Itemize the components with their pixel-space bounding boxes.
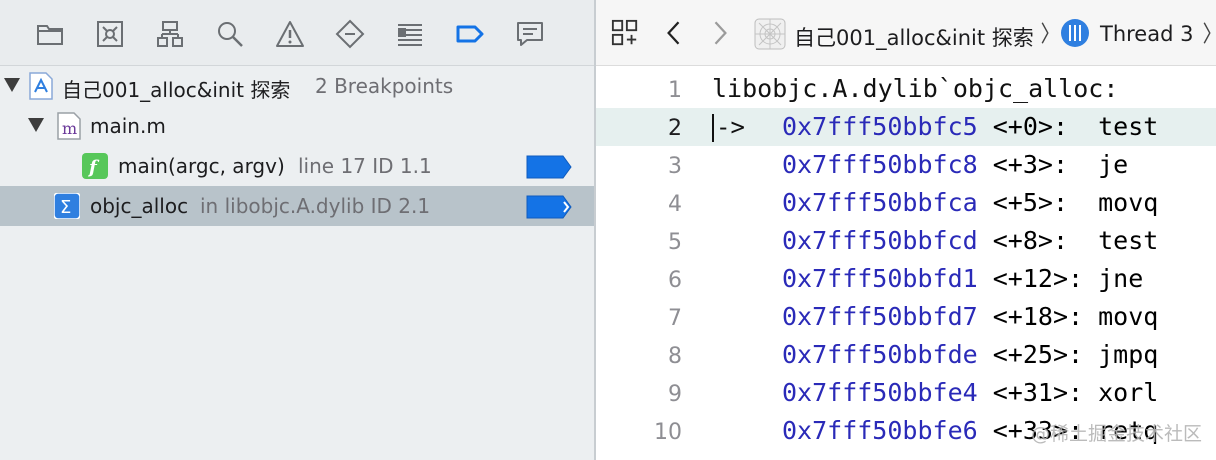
breakpoint-row[interactable]: Σ objc_alloc in libobjc.A.dylib ID 2.1 <box>0 186 594 226</box>
jumpbar-thread[interactable]: Thread 3 <box>1100 22 1193 46</box>
file-name: main.m <box>90 114 166 138</box>
debug-list-icon[interactable] <box>394 18 426 50</box>
objc-file-icon: m <box>56 112 82 140</box>
file-row[interactable]: m main.m <box>0 106 594 146</box>
source-control-icon[interactable] <box>94 18 126 50</box>
instruction: 0x7fff50bbfd1 <+12>: jne <box>782 264 1144 293</box>
function-header: libobjc.A.dylib`objc_alloc: <box>712 74 1119 103</box>
watermark: @稀土掘金技术社区 <box>1030 423 1202 445</box>
project-icon[interactable] <box>754 18 786 50</box>
project-file-icon <box>28 72 54 100</box>
code-line[interactable]: 5 0x7fff50bbfcd <+8>: test <box>596 222 1216 260</box>
code-line[interactable]: 6 0x7fff50bbfd1 <+12>: jne <box>596 260 1216 298</box>
function-icon: f <box>82 153 108 181</box>
program-counter-arrow: -> <box>716 113 745 141</box>
code-line[interactable]: 9 0x7fff50bbfe4 <+31>: xorl <box>596 374 1216 412</box>
breakpoint-row[interactable]: f main(argc, argv) line 17 ID 1.1 <box>0 146 594 186</box>
disclosure-triangle-icon[interactable] <box>4 78 20 92</box>
breakpoint-symbol: main(argc, argv) <box>118 154 285 178</box>
project-row[interactable]: 自己001_alloc&init 探索 2 Breakpoints <box>0 66 594 106</box>
disclosure-triangle-icon[interactable] <box>28 118 44 132</box>
line-number: 4 <box>668 192 682 217</box>
line-number: 2 <box>668 116 682 141</box>
project-name: 自己001_alloc&init 探索 <box>62 78 291 102</box>
test-diamond-icon[interactable] <box>334 18 366 50</box>
forward-chevron-icon[interactable] <box>708 18 732 48</box>
search-icon[interactable] <box>214 18 246 50</box>
line-number: 3 <box>668 154 682 179</box>
breakpoint-navigator: 自己001_alloc&init 探索 2 Breakpoints m main… <box>0 0 594 460</box>
instruction: 0x7fff50bbfc5 <+0>: test <box>782 112 1159 141</box>
breakpoint-icon[interactable] <box>454 18 486 50</box>
breakpoint-symbol: objc_alloc <box>90 194 189 218</box>
breakpoint-detail: in libobjc.A.dylib ID 2.1 <box>200 194 431 218</box>
jump-bar: 自己001_alloc&init 探索 Thread 3 <box>596 0 1216 66</box>
navigator-toolbar <box>0 0 594 66</box>
instruction: 0x7fff50bbfe4 <+31>: xorl <box>782 378 1159 407</box>
instruction: 0x7fff50bbfd7 <+18>: movq <box>782 302 1159 331</box>
code-line[interactable]: 7 0x7fff50bbfd7 <+18>: movq <box>596 298 1216 336</box>
line-number: 9 <box>668 382 682 407</box>
line-number: 8 <box>668 344 682 369</box>
line-number: 5 <box>668 230 682 255</box>
warning-icon[interactable] <box>274 18 306 50</box>
jumpbar-project[interactable]: 自己001_alloc&init 探索 <box>794 22 1034 52</box>
text-cursor <box>712 114 714 142</box>
symbol-icon: Σ <box>53 192 81 221</box>
instruction: 0x7fff50bbfc8 <+3>: je <box>782 150 1129 179</box>
line-number: 10 <box>654 420 682 445</box>
instruction: 0x7fff50bbfcd <+8>: test <box>782 226 1159 255</box>
folder-icon[interactable] <box>34 18 66 50</box>
breakpoint-marker-icon[interactable] <box>526 195 572 219</box>
hierarchy-icon[interactable] <box>154 18 186 50</box>
instruction: 0x7fff50bbfca <+5>: movq <box>782 188 1159 217</box>
instruction: 0x7fff50bbfde <+25>: jmpq <box>782 340 1159 369</box>
back-chevron-icon[interactable] <box>662 18 686 48</box>
code-line[interactable]: 1 libobjc.A.dylib`objc_alloc: <box>596 70 1216 108</box>
related-items-icon[interactable] <box>610 18 640 48</box>
breakpoint-marker-icon[interactable] <box>526 155 572 179</box>
file-icon-letter: m <box>62 119 77 138</box>
line-number: 7 <box>668 306 682 331</box>
report-icon[interactable] <box>514 18 546 50</box>
path-separator-icon <box>1200 18 1214 48</box>
code-line[interactable]: 3 0x7fff50bbfc8 <+3>: je <box>596 146 1216 184</box>
code-line[interactable]: 8 0x7fff50bbfde <+25>: jmpq <box>596 336 1216 374</box>
disassembly-editor: 自己001_alloc&init 探索 Thread 3 1 libobjc.A… <box>596 0 1216 460</box>
thread-icon[interactable] <box>1060 18 1090 48</box>
breakpoint-count: 2 Breakpoints <box>315 74 454 98</box>
path-separator-icon <box>1038 18 1052 48</box>
symbol-icon-letter: Σ <box>60 197 71 218</box>
line-number: 6 <box>668 268 682 293</box>
line-number: 1 <box>668 78 682 103</box>
current-instruction-line[interactable]: 2 -> 0x7fff50bbfc5 <+0>: test <box>596 108 1216 146</box>
breakpoint-detail: line 17 ID 1.1 <box>298 154 432 178</box>
code-line[interactable]: 4 0x7fff50bbfca <+5>: movq <box>596 184 1216 222</box>
